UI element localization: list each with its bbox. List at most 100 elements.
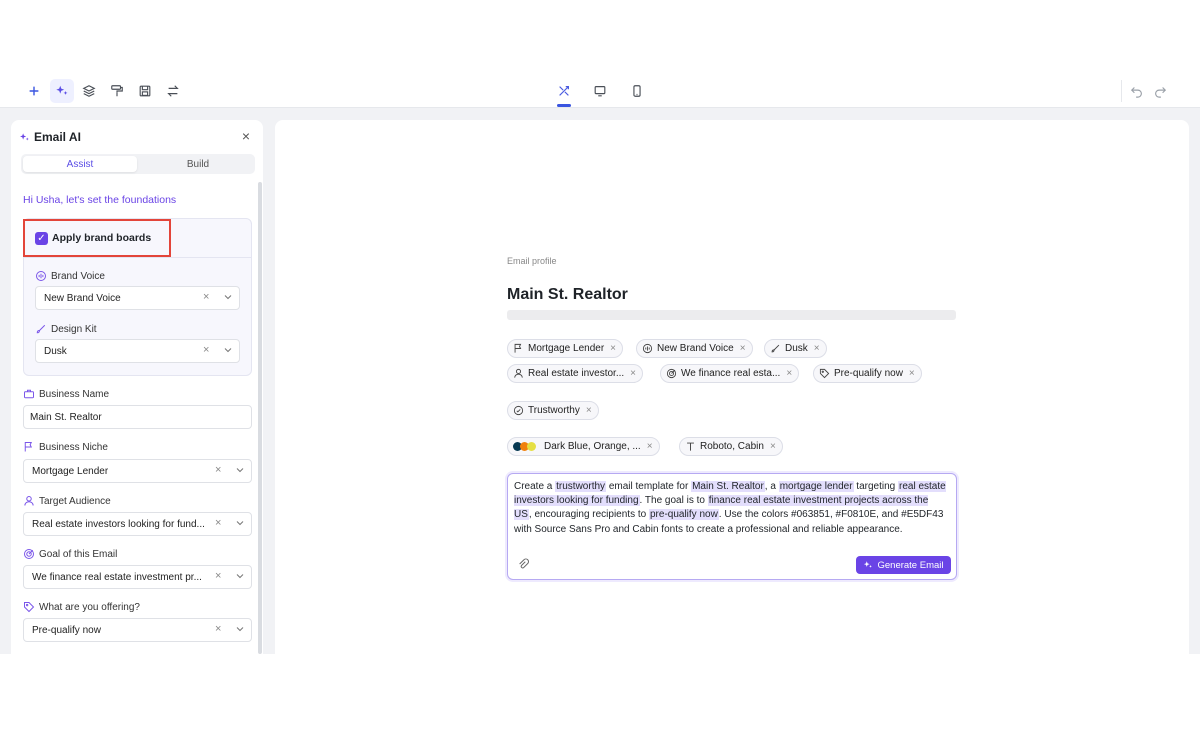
design-tools-icon[interactable] (552, 79, 576, 103)
audio-wave-icon (642, 343, 653, 354)
brand-voice-label: Brand Voice (35, 270, 105, 282)
desktop-preview-icon[interactable] (588, 79, 612, 103)
remove-icon[interactable]: × (786, 368, 792, 379)
remove-icon[interactable]: × (770, 441, 776, 452)
tag-icon (819, 368, 830, 379)
tag-icon (24, 602, 35, 613)
target-icon (24, 549, 34, 559)
tab-assist[interactable]: Assist (23, 156, 137, 172)
add-icon[interactable] (22, 79, 46, 103)
brush-icon (771, 344, 780, 353)
loading-skeleton (507, 310, 956, 320)
panel-title-text: Email AI (34, 130, 81, 144)
prompt-highlight: Main St. Realtor (691, 481, 765, 492)
prompt-highlight: trustworthy (555, 481, 607, 492)
chip-audience[interactable]: Real estate investor... × (507, 364, 644, 383)
apply-brand-boards-checkbox[interactable]: ✓ (35, 232, 48, 245)
color-swatches (513, 442, 536, 451)
prompt-box[interactable]: Create a trustworthy email template for … (507, 473, 957, 580)
target-icon (666, 368, 677, 379)
user-icon (514, 368, 523, 378)
flag-icon (24, 442, 33, 452)
business-niche-select[interactable]: Mortgage Lender × (23, 459, 252, 483)
active-tab-indicator (557, 104, 571, 107)
chip-colors[interactable]: Dark Blue, Orange, ... × (507, 437, 660, 456)
clear-icon[interactable]: × (215, 517, 221, 529)
remove-icon[interactable]: × (610, 343, 616, 354)
panel-scrollbar[interactable] (258, 182, 262, 654)
chevron-down-icon[interactable] (222, 344, 234, 356)
redo-icon[interactable] (1148, 79, 1172, 103)
chevron-down-icon[interactable] (234, 570, 246, 582)
clear-icon[interactable]: × (215, 623, 221, 635)
audio-wave-icon (36, 271, 46, 281)
design-kit-select[interactable]: Dusk × (35, 339, 240, 363)
undo-icon[interactable] (1125, 79, 1149, 103)
profile-title: Main St. Realtor (507, 286, 628, 303)
chevron-down-icon[interactable] (222, 291, 234, 303)
business-name-label: Business Name (23, 388, 109, 400)
prompt-highlight: mortgage lender (778, 481, 854, 492)
clear-icon[interactable]: × (203, 291, 209, 303)
color-dot (527, 442, 536, 451)
chip-niche[interactable]: Mortgage Lender × (507, 339, 624, 358)
remove-icon[interactable]: × (740, 343, 746, 354)
layers-icon[interactable] (77, 79, 101, 103)
remove-icon[interactable]: × (909, 368, 915, 379)
panel-title: Email AI (19, 130, 81, 144)
greeting-text: Hi Usha, let's set the foundations (23, 194, 177, 206)
swap-icon[interactable] (161, 79, 185, 103)
target-audience-select[interactable]: Real estate investors looking for fund..… (23, 512, 252, 536)
goal-label: Goal of this Email (23, 548, 117, 560)
generate-email-button[interactable]: Generate Email (856, 556, 951, 574)
toolbar-divider (1121, 80, 1122, 102)
editor-app: Email AI × Assist Build Hi Usha, let's s… (0, 74, 1200, 654)
paint-roller-icon[interactable] (105, 79, 129, 103)
chat-bubble-icon (513, 405, 524, 416)
business-niche-label: Business Niche (23, 441, 108, 453)
chip-fonts[interactable]: Roboto, Cabin × (679, 437, 783, 456)
offering-select[interactable]: Pre-qualify now × (23, 618, 252, 642)
ai-sparkle-icon[interactable] (50, 79, 74, 103)
mobile-preview-icon[interactable] (625, 79, 649, 103)
prompt-highlight: pre-qualify now (648, 509, 719, 521)
brand-voice-select[interactable]: New Brand Voice × (35, 286, 240, 310)
top-toolbar (0, 74, 1200, 108)
chip-voice[interactable]: New Brand Voice × (636, 339, 753, 358)
remove-icon[interactable]: × (814, 343, 820, 354)
attachment-icon[interactable] (517, 558, 529, 570)
brush-icon (36, 324, 46, 334)
close-icon[interactable]: × (240, 129, 252, 143)
email-canvas: Email profile Main St. Realtor Mortgage … (275, 120, 1189, 654)
chevron-down-icon[interactable] (234, 517, 246, 529)
apply-brand-boards-label: Apply brand boards (52, 232, 152, 244)
chip-kit[interactable]: Dusk × (764, 339, 827, 358)
offering-label: What are you offering? (23, 601, 140, 613)
email-ai-panel: Email AI × Assist Build Hi Usha, let's s… (11, 120, 263, 654)
remove-icon[interactable]: × (630, 368, 636, 379)
remove-icon[interactable]: × (647, 441, 653, 452)
briefcase-icon (24, 389, 34, 399)
chevron-down-icon[interactable] (234, 464, 246, 476)
chip-offer[interactable]: Pre-qualify now × (813, 364, 922, 383)
clear-icon[interactable]: × (215, 464, 221, 476)
prompt-text[interactable]: Create a trustworthy email template for … (514, 480, 946, 537)
tab-build[interactable]: Build (141, 156, 255, 172)
target-audience-label: Target Audience (23, 495, 111, 507)
text-type-icon (687, 442, 694, 451)
goal-select[interactable]: We finance real estate investment pr... … (23, 565, 252, 589)
business-name-input[interactable]: Main St. Realtor (23, 405, 252, 429)
ai-sparkle-icon (20, 132, 29, 141)
profile-eyebrow: Email profile (507, 256, 557, 266)
chip-goal[interactable]: We finance real esta... × (660, 364, 800, 383)
ai-sparkle-icon (864, 561, 873, 568)
clear-icon[interactable]: × (203, 344, 209, 356)
save-icon[interactable] (133, 79, 157, 103)
flag-icon (514, 343, 522, 353)
chip-tone[interactable]: Trustworthy × (507, 401, 599, 420)
clear-icon[interactable]: × (215, 570, 221, 582)
chevron-down-icon[interactable] (234, 623, 246, 635)
user-icon (24, 496, 34, 506)
remove-icon[interactable]: × (586, 405, 592, 416)
design-kit-label: Design Kit (35, 323, 97, 335)
